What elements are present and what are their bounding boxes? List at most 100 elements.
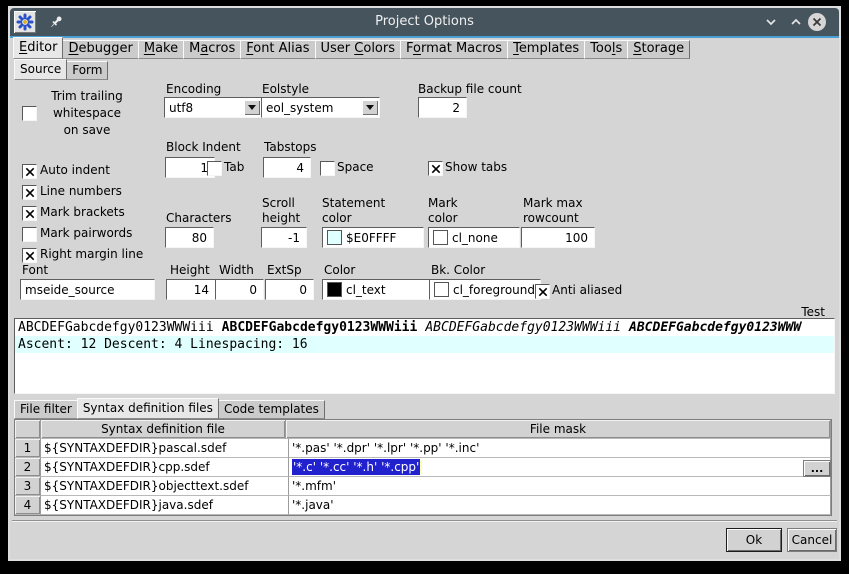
ellipsis-button[interactable]: ... [803, 460, 831, 477]
tabstops-field[interactable]: 4 [263, 157, 311, 178]
mask-cell[interactable]: '*.pas' '*.dpr' '*.lpr' '*.pp' '*.inc' [289, 439, 831, 458]
table-row: 3 ${SYNTAXDEFDIR}objecttext.sdef '*.mfm' [15, 477, 831, 496]
table-header-row: Syntax definition file File mask [15, 420, 831, 439]
right-margin-checkbox[interactable] [22, 248, 37, 263]
file-tabbar: File filter Syntax definition files Code… [14, 399, 324, 419]
tab-font-alias[interactable]: Font Alias [240, 40, 315, 59]
mark-max-rowcount-label: Mark max rowcount [523, 196, 583, 226]
tab-user-colors[interactable]: User Colors [315, 40, 401, 59]
tab-storage[interactable]: Storage [627, 40, 690, 59]
file-cell[interactable]: ${SYNTAXDEFDIR}java.sdef [41, 496, 289, 515]
tab-file-filter[interactable]: File filter [14, 400, 78, 419]
extsp-field[interactable]: 0 [265, 279, 314, 300]
font-width-field[interactable]: 0 [215, 279, 264, 300]
file-cell[interactable]: ${SYNTAXDEFDIR}objecttext.sdef [41, 477, 289, 496]
statement-color-field[interactable]: $E0FFFF [322, 227, 424, 248]
tabstops-label: Tabstops [264, 140, 316, 155]
ok-button[interactable]: Ok [726, 528, 782, 552]
row-number-cell[interactable]: 3 [15, 477, 41, 496]
tab-checkbox-label: Tab [224, 160, 244, 175]
anti-aliased-checkbox[interactable] [535, 284, 550, 299]
font-label: Font [22, 263, 48, 278]
file-cell[interactable]: ${SYNTAXDEFDIR}cpp.sdef [41, 458, 289, 477]
right-margin-label: Right margin line [40, 247, 143, 262]
font-sample-line: ABCDEFGabcdefgy0123WWWiiiABCDEFGabcdefgy… [15, 319, 834, 336]
encoding-label: Encoding [166, 82, 221, 97]
tab-syntax-definition-files[interactable]: Syntax definition files [77, 398, 219, 419]
tab-macros[interactable]: Macros [183, 40, 241, 59]
font-test-box: ABCDEFGabcdefgy0123WWWiiiABCDEFGabcdefgy… [14, 318, 835, 394]
screen: { "window": { "title": "Project Options"… [0, 0, 849, 574]
tab-tools[interactable]: Tools [584, 40, 628, 59]
table-row-selected: 2 ${SYNTAXDEFDIR}cpp.sdef '*.c' '*.cc' '… [15, 458, 831, 477]
titlebar[interactable]: Project Options [10, 8, 839, 36]
font-color-field[interactable]: cl_text [322, 279, 435, 300]
bk-color-field[interactable]: cl_foreground [429, 279, 541, 300]
dropdown-arrow-icon[interactable] [244, 100, 260, 115]
file-cell[interactable]: ${SYNTAXDEFDIR}pascal.sdef [41, 439, 289, 458]
table-row: 4 ${SYNTAXDEFDIR}java.sdef '*.java' [15, 496, 831, 515]
close-button[interactable] [807, 12, 827, 32]
bk-color-swatch [434, 282, 449, 297]
mask-cell-selected[interactable]: '*.c' '*.cc' '*.h' '*.cpp' [289, 458, 831, 477]
tab-code-templates[interactable]: Code templates [218, 400, 325, 419]
font-field[interactable]: mseide_source [20, 279, 155, 300]
file-column-header: Syntax definition file [41, 420, 286, 439]
font-metrics-line: Ascent: 12 Descent: 4 Linespacing: 16 [15, 336, 834, 353]
auto-indent-checkbox[interactable] [22, 164, 37, 179]
characters-field[interactable]: 80 [165, 227, 214, 248]
scroll-height-label: Scroll height [262, 196, 300, 226]
space-checkbox[interactable] [320, 161, 335, 176]
row-number-header [15, 420, 41, 439]
characters-label: Characters [166, 211, 232, 226]
font-color-swatch [327, 282, 342, 297]
chevron-down-icon [763, 14, 779, 30]
mask-cell[interactable]: '*.mfm' [289, 477, 831, 496]
backup-count-label: Backup file count [418, 82, 522, 97]
mark-color-label: Mark color [428, 196, 458, 226]
cancel-button[interactable]: Cancel [787, 528, 837, 552]
rollup-button[interactable] [787, 14, 805, 30]
main-tabbar: Editor Debugger Make Macros Font Alias U… [13, 38, 689, 59]
text-caret [420, 460, 422, 474]
tab-source[interactable]: Source [14, 59, 67, 80]
mask-column-header: File mask [286, 420, 831, 439]
row-number-cell[interactable]: 2 [15, 458, 41, 477]
editor-sub-tabbar: Source Form [14, 60, 107, 80]
chevron-up-icon [788, 14, 804, 30]
tab-make[interactable]: Make [138, 40, 184, 59]
rolldown-button[interactable] [762, 14, 780, 30]
show-tabs-checkbox[interactable] [428, 161, 443, 176]
tab-checkbox[interactable] [207, 161, 222, 176]
statement-color-swatch [327, 230, 342, 245]
encoding-dropdown[interactable]: utf8 [164, 97, 262, 118]
close-icon [807, 12, 827, 32]
mark-brackets-checkbox[interactable] [22, 206, 37, 221]
mark-color-field[interactable]: cl_none [428, 227, 520, 248]
tab-editor[interactable]: Editor [13, 37, 63, 59]
mark-max-rowcount-field[interactable]: 100 [521, 227, 595, 248]
scroll-height-field[interactable]: -1 [261, 227, 307, 248]
line-numbers-checkbox[interactable] [22, 185, 37, 200]
tab-debugger[interactable]: Debugger [62, 40, 138, 59]
backup-count-field[interactable]: 2 [418, 97, 467, 118]
auto-indent-label: Auto indent [40, 163, 110, 178]
extsp-label: ExtSp [267, 263, 302, 278]
eolstyle-dropdown[interactable]: eol_system [261, 97, 380, 118]
anti-aliased-label: Anti aliased [552, 283, 622, 298]
tab-form[interactable]: Form [66, 61, 108, 80]
row-number-cell[interactable]: 4 [15, 496, 41, 515]
font-height-field[interactable]: 14 [166, 279, 216, 300]
tab-templates[interactable]: Templates [507, 40, 585, 59]
font-width-label: Width [219, 263, 254, 278]
syntax-definition-table: Syntax definition file File mask 1 ${SYN… [14, 419, 832, 516]
mark-brackets-label: Mark brackets [40, 205, 125, 220]
row-number-cell[interactable]: 1 [15, 439, 41, 458]
dropdown-arrow-icon[interactable] [362, 100, 378, 115]
tab-format-macros[interactable]: Format Macros [400, 40, 508, 59]
mark-pairwords-checkbox[interactable] [22, 227, 37, 242]
mark-color-swatch [433, 230, 448, 245]
selected-text: '*.c' '*.cc' '*.h' '*.cpp' [292, 459, 420, 475]
mask-cell[interactable]: '*.java' [289, 496, 831, 515]
table-row: 1 ${SYNTAXDEFDIR}pascal.sdef '*.pas' '*.… [15, 439, 831, 458]
